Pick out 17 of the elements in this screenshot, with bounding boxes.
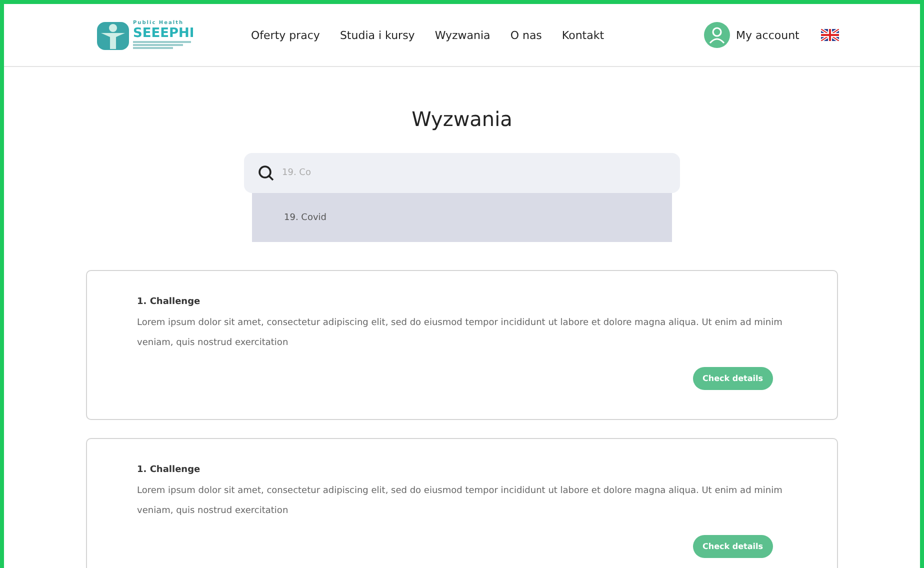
card-title: 1. Challenge <box>137 297 202 307</box>
card-description: Lorem ipsum dolor sit amet, consectetur adipiscing elit, sed do eiusmod tempor incididunt ut labore et dolore magna aliqua. Ut enim ad minim veniam, quis nostrud exercitation <box>137 317 784 350</box>
search-icon <box>258 165 274 181</box>
suggestion-item[interactable]: 19. Covid <box>252 212 327 222</box>
logo-tagline-drawing <box>133 41 193 49</box>
nav-link[interactable]: Kontakt <box>562 28 604 42</box>
logo-name: SEEEPHI <box>133 27 194 40</box>
uk-flag-icon[interactable] <box>821 29 840 41</box>
page-title: Wyzwania <box>412 107 512 131</box>
card-description: Lorem ipsum dolor sit amet, consectetur adipiscing elit, sed do eiusmod tempor incididunt ut labore et dolore magna aliqua. Ut enim ad minim veniam, quis nostrud exercitation <box>137 485 784 518</box>
nav-link[interactable]: O nas <box>510 28 542 42</box>
card-title: 1. Challenge <box>137 465 202 475</box>
nav-link[interactable]: Wyzwania <box>434 28 490 42</box>
nav-link[interactable]: Studia i kursy <box>340 28 415 42</box>
account-link[interactable]: My account <box>736 28 800 42</box>
nav-link[interactable]: Oferty pracy <box>251 28 320 42</box>
logo-icon <box>96 19 130 51</box>
